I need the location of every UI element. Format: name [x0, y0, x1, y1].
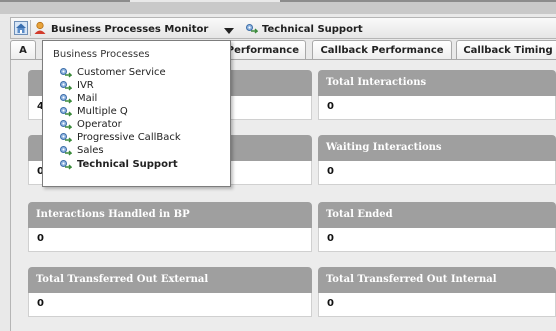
card-total-interactions-value: 0 [318, 96, 556, 120]
home-icon[interactable] [14, 21, 28, 35]
breadcrumb-current-label: Business Processes Monitor [51, 23, 209, 35]
dropdown-item-label: Customer Service [77, 67, 166, 78]
card-total-ended-header: Total Ended [318, 202, 556, 228]
card-waiting-interactions-value: 0 [318, 161, 556, 185]
dropdown-item-label: Operator [77, 119, 122, 130]
card-left4-value: 0 [28, 293, 312, 317]
process-monitor-icon [33, 20, 47, 39]
gear-process-icon [59, 93, 73, 105]
dropdown-item-operator[interactable]: Operator [59, 118, 122, 131]
gear-process-icon [59, 67, 73, 79]
top-line-gap [130, 0, 280, 2]
gear-process-icon [59, 132, 73, 144]
dropdown-item-label: Multiple Q [77, 106, 128, 117]
dropdown-item-sales[interactable]: Sales [59, 144, 104, 157]
dropdown-item-mail[interactable]: Mail [59, 92, 97, 105]
dropdown-item-multiple-q[interactable]: Multiple Q [59, 105, 128, 118]
tab-a[interactable]: A [10, 40, 36, 60]
window: Business Processes Monitor Technical Sup… [0, 0, 556, 331]
dropdown-item-label: Progressive CallBack [77, 132, 181, 143]
card-waiting-interactions-header: Waiting Interactions [318, 135, 556, 161]
dropdown-item-progressive-callback[interactable]: Progressive CallBack [59, 131, 181, 144]
dropdown-item-label: Technical Support [77, 159, 178, 170]
gear-process-icon [59, 106, 73, 118]
dropdown-title: Business Processes [53, 49, 150, 60]
chevron-down-icon[interactable] [221, 22, 237, 36]
dropdown-item-label: Mail [77, 93, 98, 104]
dropdown-item-customer-service[interactable]: Customer Service [59, 66, 166, 79]
business-process-dropdown: Business Processes Customer Service IVR … [42, 40, 231, 187]
gear-process-icon [59, 145, 73, 157]
breadcrumb-current[interactable]: Business Processes Monitor [33, 21, 208, 37]
breadcrumb-next-label: Technical Support [262, 23, 363, 35]
breadcrumb-next[interactable]: Technical Support [245, 21, 363, 37]
gear-process-icon [245, 20, 259, 39]
dropdown-item-technical-support[interactable]: Technical Support [59, 158, 178, 171]
dropdown-item-ivr[interactable]: IVR [59, 79, 94, 92]
dropdown-item-label: IVR [77, 80, 94, 91]
tab-callback-performance[interactable]: Callback Performance [312, 40, 452, 60]
card-left3-header: Interactions Handled in BP [28, 202, 312, 228]
card-transferred-internal-value: 0 [318, 293, 556, 317]
gear-process-icon [59, 159, 73, 171]
card-transferred-internal-header: Total Transferred Out Internal [318, 267, 556, 293]
card-total-ended-value: 0 [318, 228, 556, 252]
card-left3-value: 0 [28, 228, 312, 252]
card-total-interactions-header: Total Interactions [318, 70, 556, 96]
dropdown-item-label: Sales [77, 145, 104, 156]
card-left4-header: Total Transferred Out External [28, 267, 312, 293]
breadcrumb-separator [30, 20, 31, 36]
top-strip [0, 0, 556, 14]
gear-process-icon [59, 119, 73, 131]
tab-callback-timing[interactable]: Callback Timing [456, 40, 556, 60]
breadcrumb: Business Processes Monitor Technical Sup… [10, 17, 556, 39]
gear-process-icon [59, 80, 73, 92]
